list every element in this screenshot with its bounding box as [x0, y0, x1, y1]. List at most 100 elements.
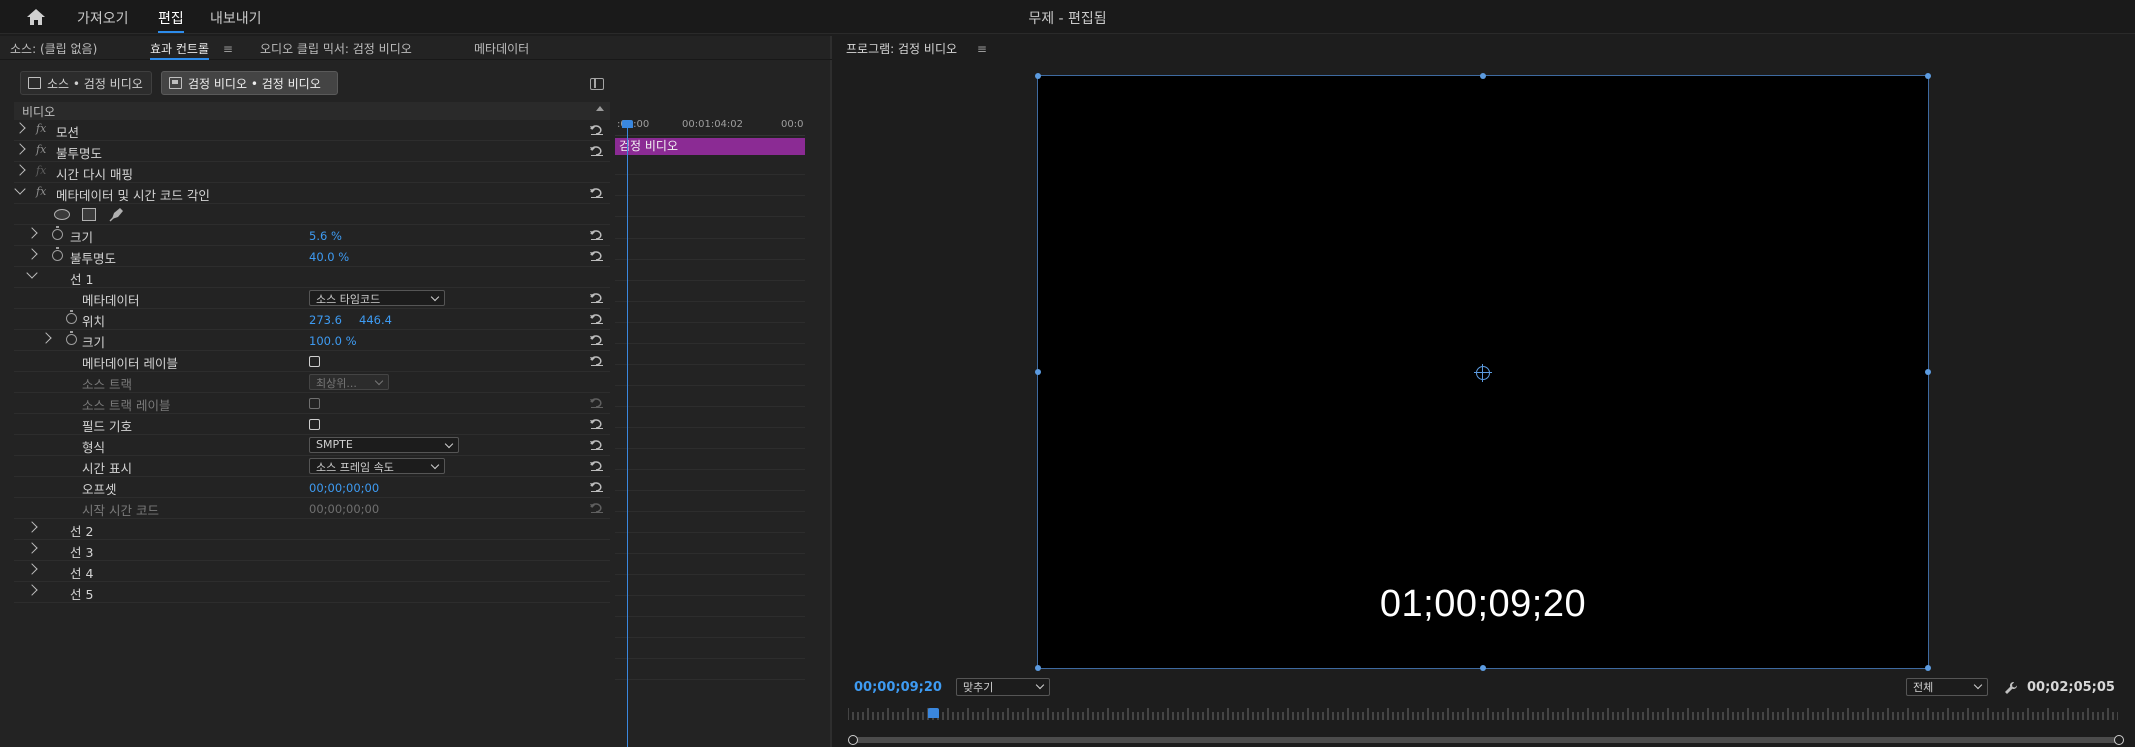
reset-icon[interactable] [590, 250, 604, 261]
tab-metadata-label: 메타데이터 [474, 42, 530, 56]
reset-icon[interactable] [590, 481, 604, 492]
line3-row[interactable]: 선 3 [14, 540, 610, 561]
fx-icon[interactable]: fx [36, 122, 46, 135]
video-section-label: 비디오 [22, 105, 56, 119]
playhead-line[interactable] [627, 126, 628, 747]
stopwatch-icon[interactable] [52, 247, 63, 261]
program-time-ruler[interactable] [848, 706, 2118, 720]
reset-icon[interactable] [590, 418, 604, 429]
chevron-right-icon[interactable] [26, 563, 38, 575]
video-frame[interactable]: 01;00;09;20 [1035, 73, 1931, 671]
source-clip-label: 소스 • 검정 비디오 [47, 77, 143, 91]
time-display-dropdown[interactable]: 소스 프레임 속도 [309, 458, 445, 474]
tab-metadata[interactable]: 메타데이터 [474, 40, 529, 57]
effect-row-opacity[interactable]: fx 불투명도 [14, 141, 610, 162]
zoom-fit-dropdown[interactable]: 맞추기 [956, 678, 1050, 696]
transform-handle-bottom[interactable] [1480, 665, 1486, 671]
transform-handle-left[interactable] [1035, 369, 1041, 375]
tab-effect-controls[interactable]: 효과 컨트롤 ≡ [150, 40, 233, 60]
metadata-dropdown[interactable]: 소스 타임코드 [309, 290, 445, 306]
reset-icon[interactable] [590, 334, 604, 345]
transform-handle-top-left[interactable] [1035, 73, 1041, 79]
chevron-right-icon[interactable] [26, 542, 38, 554]
offset-value[interactable]: 00;00;00;00 [309, 481, 379, 495]
transform-handle-top-right[interactable] [1925, 73, 1931, 79]
chevron-right-icon[interactable] [26, 584, 38, 596]
chevron-right-icon[interactable] [40, 332, 52, 344]
transform-handle-bottom-right[interactable] [1925, 665, 1931, 671]
position-x-value[interactable]: 273.6 [309, 313, 342, 327]
rectangle-mask-icon[interactable] [82, 208, 96, 221]
sequence-clip-button[interactable]: 검정 비디오 • 검정 비디오 [161, 71, 338, 95]
reset-icon[interactable] [590, 355, 604, 366]
chevron-right-icon[interactable] [14, 143, 26, 155]
fx-icon[interactable]: fx [36, 143, 46, 156]
position-y-value[interactable]: 446.4 [359, 313, 392, 327]
chevron-right-icon[interactable] [26, 521, 38, 533]
tab-source[interactable]: 소스: (클립 없음) [10, 40, 97, 57]
line2-row[interactable]: 선 2 [14, 519, 610, 540]
pen-mask-icon[interactable] [109, 206, 125, 222]
effect-row-burnin[interactable]: fx 메타데이터 및 시간 코드 각인 [14, 183, 610, 204]
line-label: 선 3 [70, 545, 94, 560]
reset-icon[interactable] [590, 313, 604, 324]
transform-handle-top[interactable] [1480, 73, 1486, 79]
program-zoom-scrollbar[interactable] [848, 734, 2124, 745]
chevron-down-icon[interactable] [26, 267, 38, 279]
timeline-row-divider [615, 385, 805, 386]
fx-icon[interactable]: fx [36, 185, 46, 198]
chevron-right-icon[interactable] [26, 248, 38, 260]
reset-icon[interactable] [590, 460, 604, 471]
effect-row-motion[interactable]: fx 모션 [14, 120, 610, 141]
wrench-icon[interactable] [2004, 681, 2018, 695]
reset-icon[interactable] [590, 439, 604, 450]
property-row-size: 크기 5.6 % [14, 225, 610, 246]
chevron-right-icon[interactable] [26, 227, 38, 239]
opacity-value[interactable]: 40.0 % [309, 250, 349, 264]
time-ruler[interactable]: :00:00 00:01:04:02 00:0 [615, 114, 805, 136]
effect-row-time-remap[interactable]: fx 시간 다시 매핑 [14, 162, 610, 183]
playhead-timecode[interactable]: 00;00;09;20 [854, 680, 942, 695]
stopwatch-icon[interactable] [66, 331, 77, 345]
reset-icon[interactable] [590, 187, 604, 198]
playback-resolution-dropdown[interactable]: 전체 [1906, 678, 1988, 696]
format-dropdown[interactable]: SMPTE [309, 437, 459, 453]
line1-row[interactable]: 선 1 [14, 267, 610, 288]
transform-handle-right[interactable] [1925, 369, 1931, 375]
toggle-timeline-view-icon[interactable] [590, 78, 604, 90]
transform-handle-bottom-left[interactable] [1035, 665, 1041, 671]
line4-row[interactable]: 선 4 [14, 561, 610, 582]
metadata-label-checkbox[interactable] [309, 356, 320, 367]
chevron-right-icon[interactable] [14, 122, 26, 134]
scrollbar-track[interactable] [854, 737, 2118, 743]
timeline-clip[interactable]: 검정 비디오 [615, 138, 805, 155]
chevron-down-icon[interactable] [14, 183, 26, 195]
panel-menu-icon[interactable]: ≡ [223, 42, 233, 56]
property-row-metadata: 메타데이터 소스 타임코드 [14, 288, 610, 309]
reset-icon[interactable] [590, 292, 604, 303]
collapse-caret-icon[interactable] [596, 106, 604, 111]
reset-icon[interactable] [590, 229, 604, 240]
scrollbar-left-handle[interactable] [848, 735, 858, 745]
video-section-header[interactable]: 비디오 [14, 102, 610, 120]
ellipse-mask-icon[interactable] [54, 209, 70, 220]
effect-controls-timeline[interactable]: :00:00 00:01:04:02 00:0 검정 비디오 [615, 114, 805, 747]
size-value[interactable]: 5.6 % [309, 229, 342, 243]
program-monitor-title[interactable]: 프로그램: 검정 비디오 ≡ [846, 40, 987, 57]
field-symbol-checkbox[interactable] [309, 419, 320, 430]
reset-icon[interactable] [590, 145, 604, 156]
anchor-point-icon[interactable] [1474, 364, 1492, 382]
stopwatch-icon[interactable] [66, 310, 77, 324]
chevron-right-icon[interactable] [14, 164, 26, 176]
tab-audio-clip-mixer[interactable]: 오디오 클립 믹서: 검정 비디오 [260, 40, 412, 57]
stopwatch-icon[interactable] [52, 226, 63, 240]
reset-icon[interactable] [590, 124, 604, 135]
line5-row[interactable]: 선 5 [14, 582, 610, 603]
panel-menu-icon[interactable]: ≡ [977, 42, 987, 56]
program-playhead[interactable] [928, 708, 939, 718]
tab-audio-clip-mixer-label: 오디오 클립 믹서: 검정 비디오 [260, 42, 412, 56]
scrollbar-right-handle[interactable] [2114, 735, 2124, 745]
source-clip-button[interactable]: 소스 • 검정 비디오 [20, 71, 152, 95]
timeline-row-divider [615, 343, 805, 344]
line-size-value[interactable]: 100.0 % [309, 334, 357, 348]
